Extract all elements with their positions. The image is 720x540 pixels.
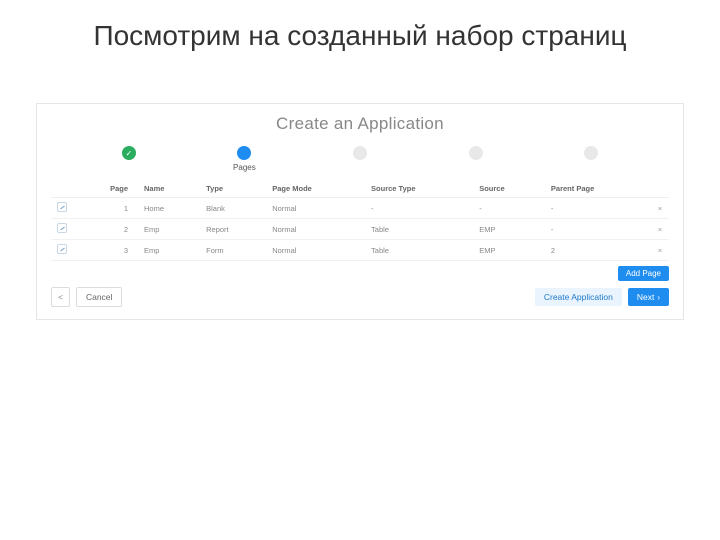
panel-title: Create an Application	[51, 114, 669, 134]
pages-table: Page Name Type Page Mode Source Type Sou…	[51, 180, 669, 261]
cell-source: EMP	[473, 219, 545, 240]
step-5[interactable]	[551, 146, 631, 163]
table-row: 1HomeBlankNormal---×	[51, 198, 669, 219]
edit-icon[interactable]	[57, 244, 67, 254]
next-label: Next	[637, 292, 654, 302]
cell-pagemode: Normal	[266, 219, 365, 240]
cell-pagemode: Normal	[266, 240, 365, 261]
cell-page: 3	[73, 240, 138, 261]
col-page: Page	[73, 180, 138, 198]
cell-type: Report	[200, 219, 266, 240]
step-1[interactable]: ✓	[89, 146, 169, 163]
dot-icon	[584, 146, 598, 160]
table-header-row: Page Name Type Page Mode Source Type Sou…	[51, 180, 669, 198]
wizard-footer: < Cancel Create Application Next ›	[51, 287, 669, 307]
cell-parentpage: -	[545, 198, 651, 219]
cell-sourcetype: Table	[365, 240, 473, 261]
cell-type: Form	[200, 240, 266, 261]
cell-name: Emp	[138, 219, 200, 240]
edit-icon[interactable]	[57, 202, 67, 212]
cell-page: 1	[73, 198, 138, 219]
chevron-right-icon: ›	[657, 293, 660, 302]
cell-parentpage: -	[545, 219, 651, 240]
cell-type: Blank	[200, 198, 266, 219]
add-page-button[interactable]: Add Page	[618, 266, 669, 281]
cell-name: Home	[138, 198, 200, 219]
step-3[interactable]	[320, 146, 400, 163]
col-sourcetype: Source Type	[365, 180, 473, 198]
add-page-row: Add Page	[51, 266, 669, 281]
slide-title: Посмотрим на созданный набор страниц	[0, 0, 720, 63]
cell-sourcetype: -	[365, 198, 473, 219]
dot-icon	[353, 146, 367, 160]
cell-sourcetype: Table	[365, 219, 473, 240]
dot-icon	[469, 146, 483, 160]
delete-row-button[interactable]: ×	[651, 219, 669, 240]
dot-icon	[237, 146, 251, 160]
cancel-button[interactable]: Cancel	[76, 287, 122, 307]
check-icon: ✓	[122, 146, 136, 160]
cell-source: -	[473, 198, 545, 219]
delete-row-button[interactable]: ×	[651, 240, 669, 261]
step-2-label: Pages	[233, 163, 256, 172]
step-2-pages[interactable]: Pages	[204, 146, 284, 172]
col-parentpage: Parent Page	[545, 180, 651, 198]
create-app-panel: Create an Application ✓ Pages Page	[36, 103, 684, 320]
prev-button[interactable]: <	[51, 287, 70, 307]
col-name: Name	[138, 180, 200, 198]
table-row: 2EmpReportNormalTableEMP-×	[51, 219, 669, 240]
cell-name: Emp	[138, 240, 200, 261]
step-4[interactable]	[436, 146, 516, 163]
col-source: Source	[473, 180, 545, 198]
next-button[interactable]: Next ›	[628, 288, 669, 306]
delete-row-button[interactable]: ×	[651, 198, 669, 219]
col-pagemode: Page Mode	[266, 180, 365, 198]
create-application-button[interactable]: Create Application	[535, 288, 622, 306]
wizard-stepper: ✓ Pages	[51, 144, 669, 180]
edit-icon[interactable]	[57, 223, 67, 233]
col-type: Type	[200, 180, 266, 198]
cell-parentpage: 2	[545, 240, 651, 261]
cell-pagemode: Normal	[266, 198, 365, 219]
cell-source: EMP	[473, 240, 545, 261]
cell-page: 2	[73, 219, 138, 240]
table-row: 3EmpFormNormalTableEMP2×	[51, 240, 669, 261]
